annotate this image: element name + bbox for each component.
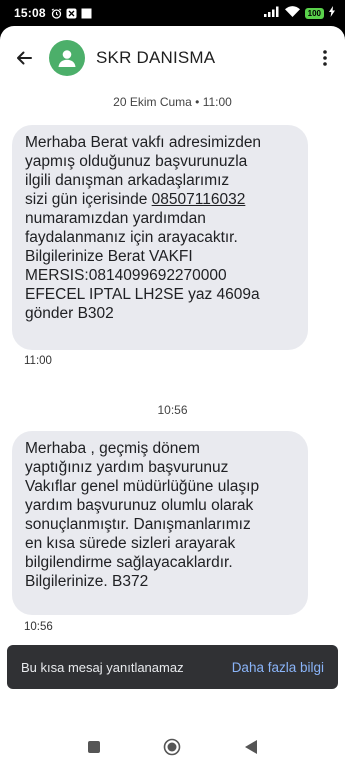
home-circle-icon: [163, 738, 181, 756]
square-icon: [81, 8, 92, 19]
message-line: faydalanmanız için arayacaktır.: [25, 229, 238, 246]
phone-link[interactable]: 08507116032: [152, 191, 246, 208]
notification-icon: [66, 8, 77, 19]
time-separator: 10:56: [157, 403, 188, 417]
recents-button[interactable]: [84, 737, 104, 757]
status-time: 15:08: [14, 6, 46, 20]
more-options-button[interactable]: [313, 46, 337, 70]
charging-icon: [329, 6, 335, 20]
alarm-icon: [51, 8, 62, 19]
system-nav-bar: [0, 726, 345, 768]
home-button[interactable]: [162, 737, 182, 757]
message-line: yardım başvurunuz olumlu olarak: [25, 497, 254, 514]
message-line: yapmış olduğunuz başvurunuzla: [25, 153, 248, 170]
message-line: ilgili danışman arkadaşlarımız: [25, 172, 230, 189]
message-text: sizi gün içerisinde: [25, 191, 148, 208]
back-nav-button[interactable]: [241, 737, 261, 757]
contact-name[interactable]: SKR DANISMA: [96, 48, 215, 68]
message-timestamp: 11:00: [24, 355, 52, 367]
person-icon: [58, 50, 76, 67]
back-arrow-icon: [17, 51, 32, 65]
status-bar: 15:08 100: [0, 0, 345, 26]
back-triangle-icon: [245, 740, 257, 754]
message-line: Bilgilerinize Berat VAKFI: [25, 248, 193, 265]
status-right: 100: [263, 6, 335, 20]
date-separator: 20 Ekim Cuma • 11:00: [113, 95, 232, 109]
battery-icon: 100: [304, 7, 324, 19]
message-line: numaramızdan yardımdan: [25, 210, 206, 227]
learn-more-button[interactable]: Daha fazla bilgi: [232, 660, 324, 675]
message-bubble[interactable]: Merhaba Berat vakfı adresimizden yapmış …: [12, 125, 308, 350]
status-left: 15:08: [14, 6, 92, 20]
contact-avatar[interactable]: [49, 40, 85, 76]
message-line: Vakıflar genel müdürlüğüne ulaşıp: [25, 478, 260, 495]
more-vert-icon: [323, 50, 327, 66]
message-line: MERSIS:0814099692270000: [25, 267, 227, 284]
message-line: Bilgilerinize. B372: [25, 573, 149, 590]
message-line: Merhaba , geçmiş dönem: [25, 440, 200, 457]
signal-icon: [263, 6, 280, 20]
message-line: EFECEL IPTAL LH2SE yaz 4609a: [25, 286, 260, 303]
message-bubble[interactable]: Merhaba , geçmiş dönem yaptığınız yardım…: [12, 431, 308, 615]
messages-screen: SKR DANISMA 20 Ekim Cuma • 11:00 Merhaba…: [0, 26, 345, 768]
message-line: Merhaba Berat vakfı adresimizden: [25, 134, 262, 151]
message-line: gönder B302: [25, 305, 114, 322]
reply-disabled-snackbar: Bu kısa mesaj yanıtlanamaz Daha fazla bi…: [7, 645, 338, 689]
wifi-icon: [284, 6, 300, 20]
message-timestamp: 10:56: [24, 621, 53, 633]
conversation-header: SKR DANISMA: [0, 26, 345, 90]
back-button[interactable]: [12, 46, 36, 70]
message-line: en kısa sürede sizleri arayarak: [25, 535, 236, 552]
message-line: sizi gün içerisinde 08507116032: [25, 190, 296, 209]
message-line: bilgilendirme sağlayacaklardır.: [25, 554, 233, 571]
message-line: yaptığınız yardım başvurunuz: [25, 459, 229, 476]
recents-square-icon: [88, 741, 100, 753]
message-line: sonuçlanmıştır. Danışmanlarımız: [25, 516, 251, 533]
snackbar-text: Bu kısa mesaj yanıtlanamaz: [21, 659, 184, 675]
